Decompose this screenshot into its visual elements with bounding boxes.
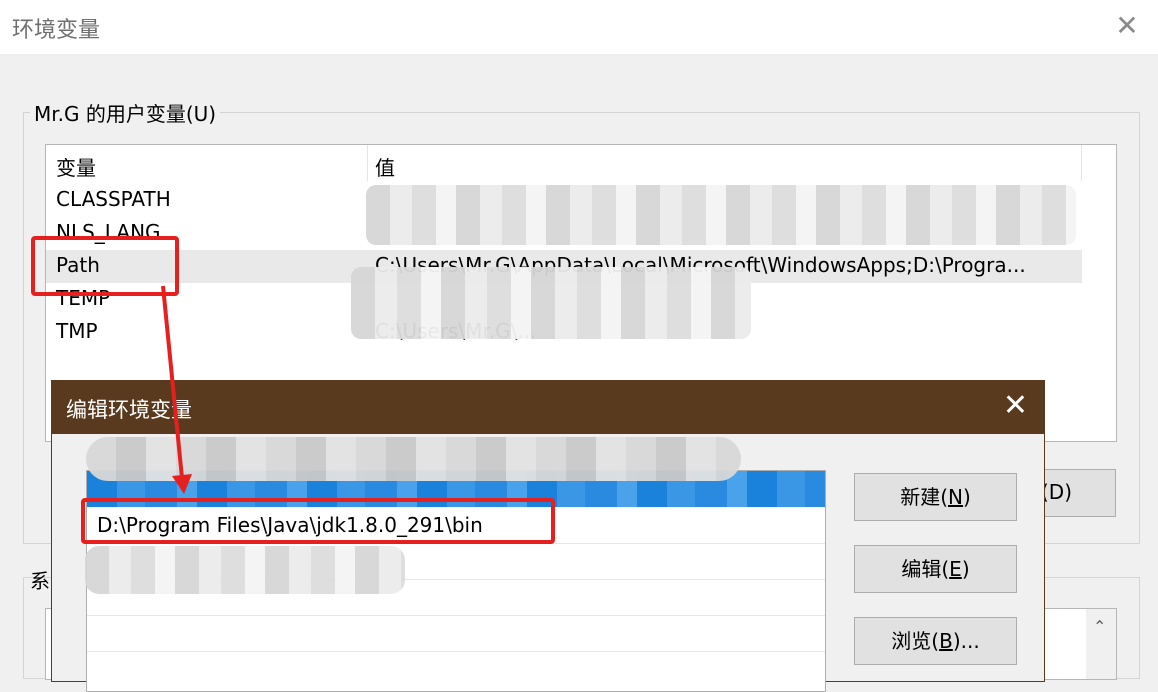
arrow-head	[172, 474, 192, 494]
arrow-shaft	[161, 285, 184, 479]
annotation-arrow	[161, 285, 192, 494]
